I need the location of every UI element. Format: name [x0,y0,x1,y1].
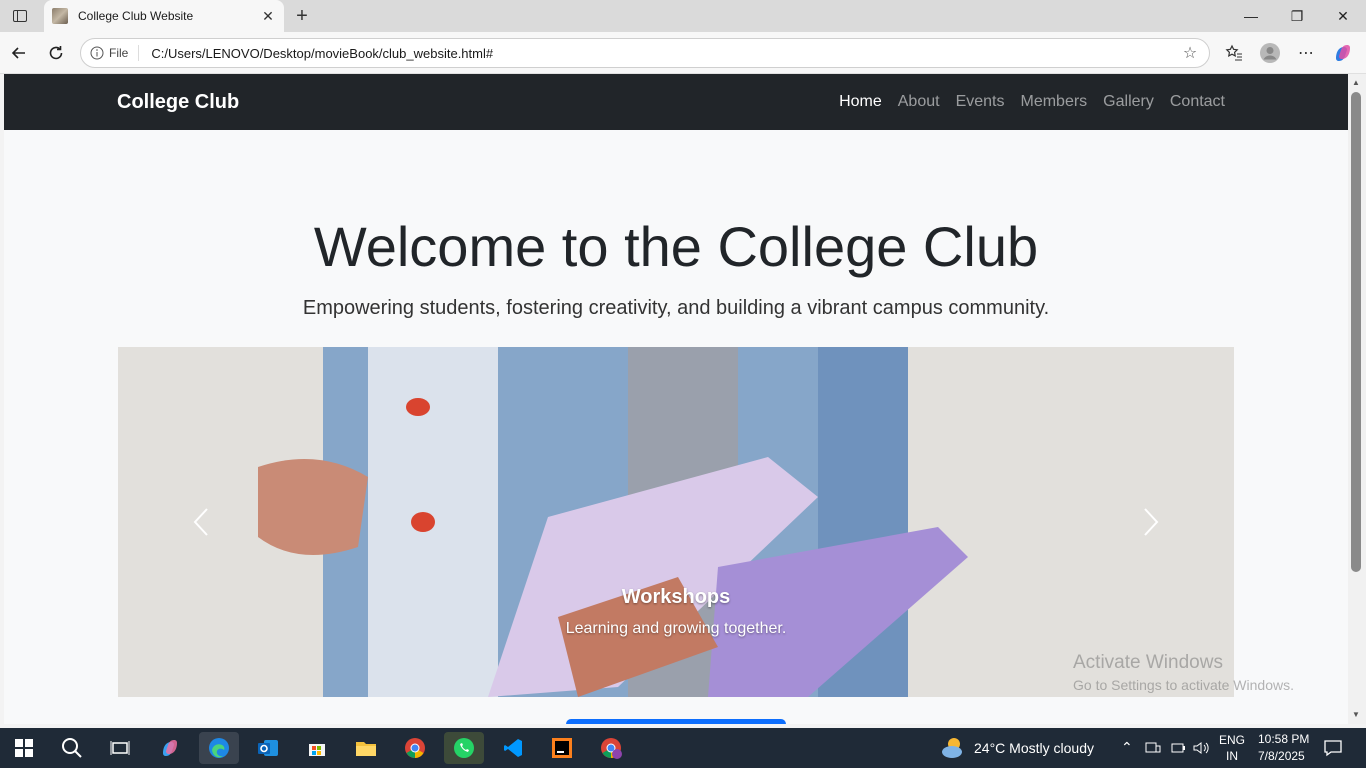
carousel-prev-icon[interactable] [118,347,284,697]
scroll-down-icon[interactable]: ▼ [1352,710,1360,719]
browser-tab-strip: College Club Website ✕ + — ❐ ✕ [0,0,1366,32]
nav-home[interactable]: Home [839,93,882,111]
profile-avatar-icon[interactable] [1259,42,1281,64]
hero-subtitle: Empowering students, fostering creativit… [302,297,1050,319]
region-indicator[interactable]: IN [1226,749,1238,763]
activate-windows-text: Go to Settings to activate Windows. [1073,677,1294,693]
task-view-icon[interactable] [100,732,140,764]
whatsapp-icon[interactable] [444,732,484,764]
restore-icon[interactable]: ❐ [1274,0,1320,32]
carousel-caption-text: Learning and growing together. [565,620,787,637]
sidebar-toggle-icon[interactable] [8,6,32,26]
address-bar[interactable]: File C:/Users/LENOVO/Desktop/movieBook/c… [80,38,1210,68]
notifications-icon[interactable] [1323,739,1343,762]
favorites-icon[interactable] [1223,42,1245,64]
start-icon[interactable] [4,732,44,764]
web-page: College Club Home About Events Members G… [4,74,1348,724]
intellij-icon[interactable] [542,732,582,764]
nav-about[interactable]: About [898,93,940,111]
tab-close-icon[interactable]: ✕ [260,8,276,24]
more-options-icon[interactable]: ⋯ [1295,42,1317,64]
cta-button-partial[interactable] [566,719,786,724]
scrollbar-thumb[interactable] [1351,92,1361,572]
activate-windows-title: Activate Windows [1073,652,1223,673]
outlook-icon[interactable] [248,732,288,764]
file-chip[interactable]: File [109,45,140,61]
favorite-star-icon[interactable]: ☆ [1181,44,1199,62]
language-indicator[interactable]: ENG [1219,733,1245,747]
hero-title: Welcome to the College Club [313,215,1039,278]
tab-favicon-icon [52,8,68,24]
scroll-up-icon[interactable]: ▲ [1352,78,1360,87]
weather-text[interactable]: 24°C Mostly cloudy [974,740,1094,756]
minimize-icon[interactable]: — [1228,0,1274,32]
edge-browser-icon[interactable] [199,732,239,764]
nav-contact[interactable]: Contact [1170,93,1225,111]
clock-time[interactable]: 10:58 PM [1258,732,1309,746]
vscode-icon[interactable] [493,732,533,764]
browser-tab-active[interactable]: College Club Website ✕ [44,0,284,32]
microsoft-store-icon[interactable] [297,732,337,764]
tab-title: College Club Website [78,9,194,23]
chrome-profile-icon[interactable] [591,732,631,764]
browser-toolbar: File C:/Users/LENOVO/Desktop/movieBook/c… [0,32,1366,74]
network-tray-icon[interactable] [1145,740,1161,761]
copilot-app-icon[interactable] [150,732,190,764]
reload-icon[interactable] [43,40,69,66]
carousel-slide-image [118,347,1234,697]
carousel-caption-title: Workshops [621,586,731,608]
image-carousel: Workshops Learning and growing together. [118,347,1234,697]
windows-taskbar: 24°C Mostly cloudy ⌃ ENG IN 10:58 PM 7/8… [0,728,1366,768]
info-icon[interactable] [89,45,105,61]
back-icon[interactable] [6,40,32,66]
search-icon[interactable] [52,732,92,764]
url-text[interactable]: C:/Users/LENOVO/Desktop/movieBook/club_w… [151,46,1181,61]
new-tab-icon[interactable]: + [290,4,314,28]
nav-links: Home About Events Members Gallery Contac… [839,93,1225,111]
nav-events[interactable]: Events [956,93,1005,111]
carousel-next-icon[interactable] [1068,347,1234,697]
page-scrollbar[interactable]: ▲ ▼ [1348,74,1366,724]
site-brand[interactable]: College Club [117,91,239,114]
show-hidden-icons[interactable]: ⌃ [1121,739,1133,756]
site-navbar: College Club Home About Events Members G… [4,74,1348,130]
clock-date[interactable]: 7/8/2025 [1258,749,1305,763]
nav-members[interactable]: Members [1020,93,1087,111]
window-close-icon[interactable]: ✕ [1320,0,1366,32]
copilot-icon[interactable] [1332,42,1354,64]
volume-icon[interactable] [1192,740,1210,761]
file-explorer-icon[interactable] [346,732,386,764]
chrome-icon[interactable] [395,732,435,764]
nav-gallery[interactable]: Gallery [1103,93,1154,111]
battery-tray-icon[interactable] [1170,740,1186,761]
weather-icon[interactable] [940,736,966,765]
